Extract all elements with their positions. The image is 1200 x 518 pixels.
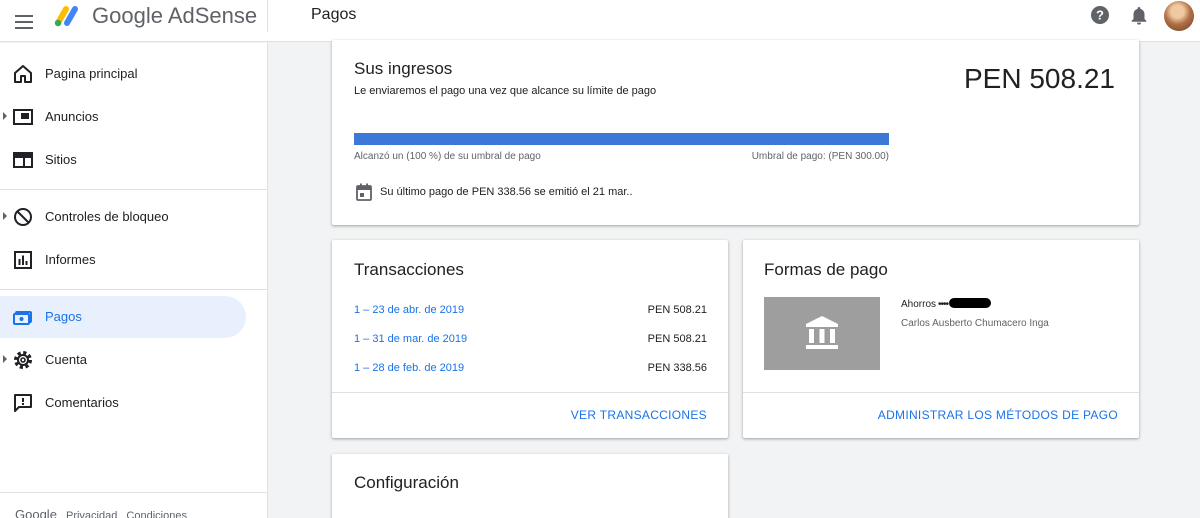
account-mask: ••••: [938, 299, 949, 310]
sidebar-item-feedback[interactable]: Comentarios: [0, 382, 246, 424]
settings-card: Configuración: [332, 454, 728, 518]
expand-caret-icon[interactable]: [3, 212, 7, 220]
sidebar-item-sites[interactable]: Sitios: [0, 139, 246, 181]
transaction-row: 1 – 28 de feb. de 2019 PEN 338.56: [354, 362, 707, 378]
payment-methods-title: Formas de pago: [764, 260, 888, 279]
sidebar-item-label: Pagos: [45, 309, 82, 324]
sidebar-item-blocking-controls[interactable]: Controles de bloqueo: [0, 196, 246, 238]
footer-google-logo: Google: [15, 507, 57, 518]
transaction-period-link[interactable]: 1 – 31 de mar. de 2019: [354, 333, 467, 345]
sidebar: Pagina principal Anuncios Sitios Control…: [0, 43, 268, 518]
transaction-period-link[interactable]: 1 – 28 de feb. de 2019: [354, 362, 464, 374]
ads-icon: [13, 109, 33, 125]
card-divider: [743, 392, 1139, 393]
sidebar-item-label: Cuenta: [45, 352, 87, 367]
sites-icon: [13, 152, 33, 168]
sidebar-item-label: Pagina principal: [45, 66, 138, 81]
transaction-period-link[interactable]: 1 – 23 de abr. de 2019: [354, 304, 464, 316]
transaction-row: 1 – 31 de mar. de 2019 PEN 508.21: [354, 333, 707, 349]
page-title: Pagos: [311, 6, 357, 23]
adsense-logo-icon: [54, 6, 78, 27]
svg-text:?: ?: [1096, 8, 1104, 23]
transaction-amount: PEN 508.21: [647, 333, 707, 345]
earnings-title: Sus ingresos: [354, 59, 453, 78]
transaction-amount: PEN 338.56: [647, 362, 707, 374]
settings-title: Configuración: [354, 473, 459, 492]
hamburger-menu-icon[interactable]: [12, 9, 36, 33]
last-payment-text: Su último pago de PEN 338.56 se emitió e…: [380, 186, 633, 198]
manage-payment-methods-button[interactable]: ADMINISTRAR LOS MÉTODOS DE PAGO: [878, 408, 1118, 422]
account-type: Ahorros ••••: [901, 298, 992, 310]
transaction-amount: PEN 508.21: [647, 304, 707, 316]
payment-threshold-progress: [354, 133, 889, 145]
sidebar-footer: Google Privacidad Condiciones: [15, 507, 193, 518]
bank-icon: [806, 316, 838, 349]
sidebar-item-reports[interactable]: Informes: [0, 239, 246, 281]
reports-icon: [14, 251, 32, 269]
account-type-label: Ahorros: [901, 299, 937, 310]
sidebar-item-label: Comentarios: [45, 395, 119, 410]
feedback-icon: [14, 394, 32, 412]
earnings-card: Sus ingresos Le enviaremos el pago una v…: [332, 40, 1139, 225]
sidebar-item-label: Sitios: [45, 152, 77, 167]
progress-fill: [354, 133, 889, 145]
sidebar-divider: [0, 289, 268, 290]
sidebar-divider: [0, 492, 268, 493]
redacted-account-number: [949, 298, 992, 308]
bank-account-tile[interactable]: [764, 297, 880, 370]
notifications-bell-icon[interactable]: [1129, 5, 1149, 25]
gear-icon: [14, 351, 32, 369]
brand-name: Google AdSense: [92, 3, 258, 28]
sidebar-item-ads[interactable]: Anuncios: [0, 96, 246, 138]
earnings-amount: PEN 508.21: [964, 63, 1115, 94]
home-icon: [14, 65, 32, 83]
sidebar-divider: [0, 189, 268, 190]
earnings-subtitle: Le enviaremos el pago una vez que alcanc…: [354, 85, 657, 97]
privacy-link[interactable]: Privacidad: [66, 510, 117, 518]
top-bar: Google AdSense Pagos ?: [0, 0, 1200, 42]
card-divider: [332, 392, 728, 393]
transactions-card: Transacciones 1 – 23 de abr. de 2019 PEN…: [332, 240, 728, 438]
payment-methods-card: Formas de pago Ahorros •••• Carlos Ausber…: [743, 240, 1139, 438]
payment-threshold-label: Umbral de pago: (PEN 300.00): [751, 151, 889, 162]
expand-caret-icon[interactable]: [3, 355, 7, 363]
payments-icon: [13, 311, 32, 325]
transactions-title: Transacciones: [354, 260, 464, 279]
calendar-icon: [356, 183, 372, 201]
progress-reached-label: Alcanzó un (100 %) de su umbral de pago: [354, 151, 541, 162]
user-avatar[interactable]: [1164, 1, 1194, 31]
header-divider: [267, 0, 268, 32]
sidebar-item-account[interactable]: Cuenta: [0, 339, 246, 381]
terms-link[interactable]: Condiciones: [126, 510, 187, 518]
sidebar-item-label: Informes: [45, 252, 96, 267]
sidebar-item-label: Anuncios: [45, 109, 99, 124]
help-icon[interactable]: ?: [1090, 5, 1110, 25]
sidebar-item-home[interactable]: Pagina principal: [0, 53, 246, 95]
block-icon: [14, 208, 32, 226]
sidebar-item-label: Controles de bloqueo: [45, 209, 169, 224]
sidebar-item-payments[interactable]: Pagos: [0, 296, 246, 338]
expand-caret-icon[interactable]: [3, 112, 7, 120]
transaction-row: 1 – 23 de abr. de 2019 PEN 508.21: [354, 304, 707, 320]
account-holder-name: Carlos Ausberto Chumacero Inga: [901, 318, 1049, 329]
view-transactions-button[interactable]: VER TRANSACCIONES: [571, 408, 707, 422]
